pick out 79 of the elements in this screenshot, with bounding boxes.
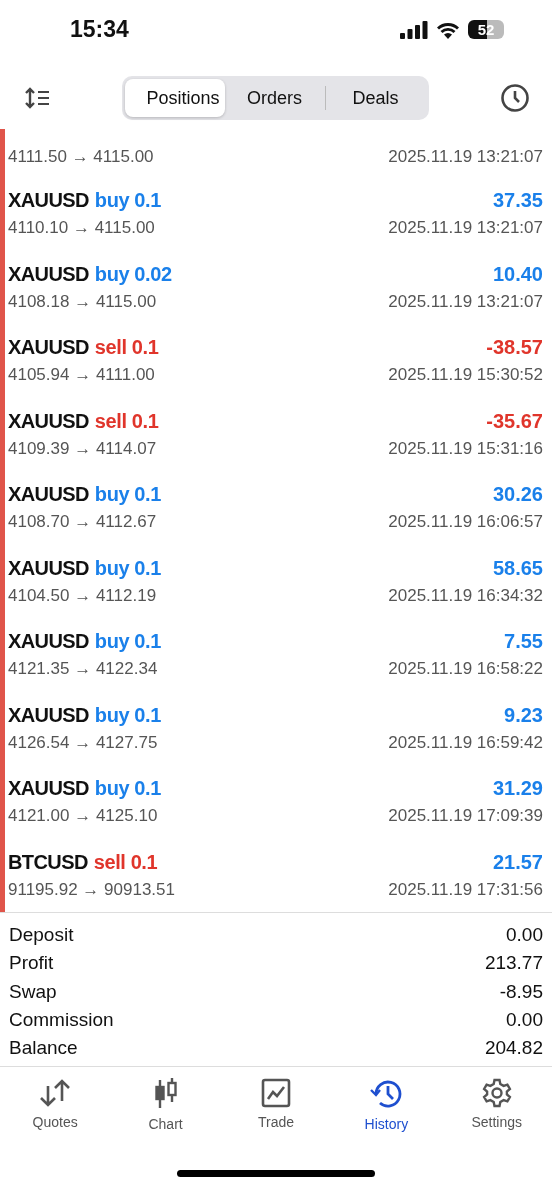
gear-icon	[481, 1078, 512, 1108]
signal-icon	[400, 20, 428, 39]
symbol: XAUUSD	[8, 630, 89, 654]
profit-value: -35.67	[486, 409, 543, 433]
price-range: 4121.35 → 4122.34	[8, 659, 158, 680]
price-range: 4121.00 → 4125.10	[8, 806, 158, 827]
status-time: 15:34	[70, 16, 129, 43]
price-range: 4111.50 → 4115.00	[8, 147, 154, 167]
deal-time: 2025.11.19 13:21:07	[388, 291, 543, 312]
summary-value: 204.82	[484, 1036, 543, 1059]
deal-time: 2025.11.19 16:59:42	[388, 732, 543, 753]
deal-time: 2025.11.19 15:31:16	[388, 438, 543, 459]
summary-value: 213.77	[484, 952, 543, 975]
price-range: 4105.94 → 4111.00	[8, 365, 155, 386]
price-range: 4126.54 → 4127.75	[8, 732, 158, 753]
symbol: XAUUSD	[8, 703, 89, 727]
deal-direction: buy 0.1	[94, 630, 161, 654]
symbol: XAUUSD	[8, 777, 89, 801]
symbol: XAUUSD	[8, 189, 89, 213]
price-range: 91195.92 → 90913.51	[8, 879, 175, 900]
symbol: XAUUSD	[8, 409, 89, 433]
sort-icon[interactable]	[24, 87, 50, 109]
profit-value: 31.29	[492, 777, 543, 801]
line-chart-icon	[260, 1078, 291, 1108]
symbol: XAUUSD	[8, 556, 89, 580]
clock-icon[interactable]	[500, 83, 530, 113]
summary-value: -8.95	[499, 980, 543, 1003]
profit-value: -38.57	[486, 336, 543, 360]
deal-direction: buy 0.1	[94, 483, 161, 507]
tab[interactable]: Orders	[224, 79, 325, 117]
deal-time: 2025.11.19 13:21:07	[388, 218, 543, 239]
tab[interactable]: Positions	[124, 79, 225, 117]
deal-time: 2025.11.19 16:06:57	[388, 512, 543, 533]
deal-direction: sell 0.1	[94, 336, 159, 360]
price-range: 4109.39 → 4114.07	[8, 438, 157, 459]
symbol: XAUUSD	[8, 262, 89, 286]
chart-tab[interactable]: Chart	[115, 1077, 216, 1152]
deal-direction: buy 0.1	[94, 703, 161, 727]
tab[interactable]: Deals	[325, 79, 426, 117]
deal-direction: buy 0.1	[94, 777, 161, 801]
deal-time: 2025.11.19 17:31:56	[388, 879, 543, 900]
price-range: 4110.10 → 4115.00	[8, 218, 155, 239]
summary-label: Balance	[9, 1036, 78, 1059]
summary-label: Profit	[9, 952, 54, 975]
history-tab[interactable]: History	[336, 1077, 437, 1152]
candlestick-icon	[153, 1078, 178, 1110]
profit-value: 30.26	[492, 483, 543, 507]
deal-time: 2025.11.19 17:09:39	[388, 806, 543, 827]
summary-value: 0.00	[506, 924, 543, 947]
summary-label: Commission	[9, 1008, 114, 1031]
history-icon	[369, 1078, 404, 1110]
deal-direction: sell 0.1	[94, 409, 159, 433]
deal-time: 2025.11.19 16:34:32	[388, 585, 543, 606]
summary-label: Swap	[9, 980, 57, 1003]
settings-tab[interactable]: Settings	[446, 1077, 547, 1152]
profit-value: 58.65	[492, 556, 543, 580]
profit-value: 10.40	[492, 262, 543, 286]
summary-label: Deposit	[9, 924, 74, 947]
summary-value: 0.00	[506, 1008, 543, 1031]
deal-time: 2025.11.19 16:58:22	[388, 659, 543, 680]
profit-value: 7.55	[504, 630, 543, 654]
price-range: 4104.50 → 4112.19	[8, 585, 157, 606]
profit-value: 21.57	[492, 850, 543, 874]
deal-time: 2025.11.19 15:30:52	[388, 365, 543, 386]
price-range: 4108.70 → 4112.67	[8, 512, 157, 533]
symbol: BTCUSD	[8, 850, 88, 874]
quotes-tab[interactable]: Quotes	[5, 1077, 106, 1152]
deal-direction: buy 0.1	[94, 556, 161, 580]
deal-direction: sell 0.1	[93, 850, 158, 874]
profit-value: 37.35	[492, 189, 543, 213]
deal-direction: buy 0.1	[94, 189, 161, 213]
symbol: XAUUSD	[8, 336, 89, 360]
deal-direction: buy 0.02	[94, 262, 172, 286]
trade-tab[interactable]: Trade	[225, 1077, 326, 1152]
price-range: 4108.18 → 4115.00	[8, 291, 157, 312]
wifi-icon	[436, 20, 460, 39]
profit-value: 9.23	[504, 703, 543, 727]
deal-time: 2025.11.19 13:21:07	[388, 147, 543, 167]
symbol: XAUUSD	[8, 483, 89, 507]
